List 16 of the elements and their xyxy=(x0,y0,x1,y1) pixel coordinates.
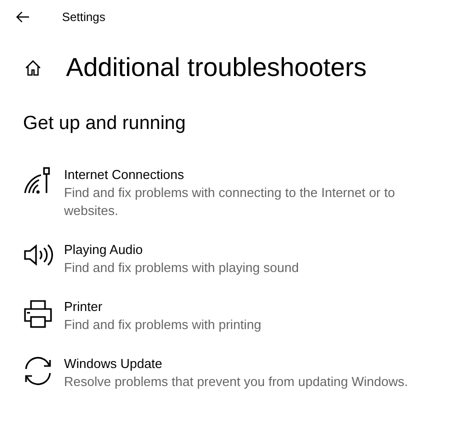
troubleshooter-title[interactable]: Playing Audio xyxy=(64,240,439,259)
back-icon[interactable] xyxy=(16,11,30,23)
troubleshooter-description: Find and fix problems with printing xyxy=(64,316,262,334)
troubleshooter-title[interactable]: Internet Connections xyxy=(64,165,439,184)
troubleshooter-title[interactable]: Printer xyxy=(64,297,439,316)
home-icon[interactable] xyxy=(24,58,42,76)
speaker-icon xyxy=(23,242,53,268)
troubleshooter-description: Find and fix problems with playing sound xyxy=(64,259,300,277)
printer-icon xyxy=(23,299,53,329)
sync-icon xyxy=(23,356,53,386)
window-title: Settings xyxy=(62,10,106,24)
troubleshooter-title[interactable]: Windows Update xyxy=(64,354,439,373)
page-title: Additional troubleshooters xyxy=(66,52,367,83)
troubleshooter-description: Find and fix problems with connecting to the Internet or to websites. xyxy=(64,184,396,220)
troubleshooter-description: Resolve problems that prevent you from updating Windows. xyxy=(64,373,409,391)
section-heading: Get up and running xyxy=(23,113,187,135)
